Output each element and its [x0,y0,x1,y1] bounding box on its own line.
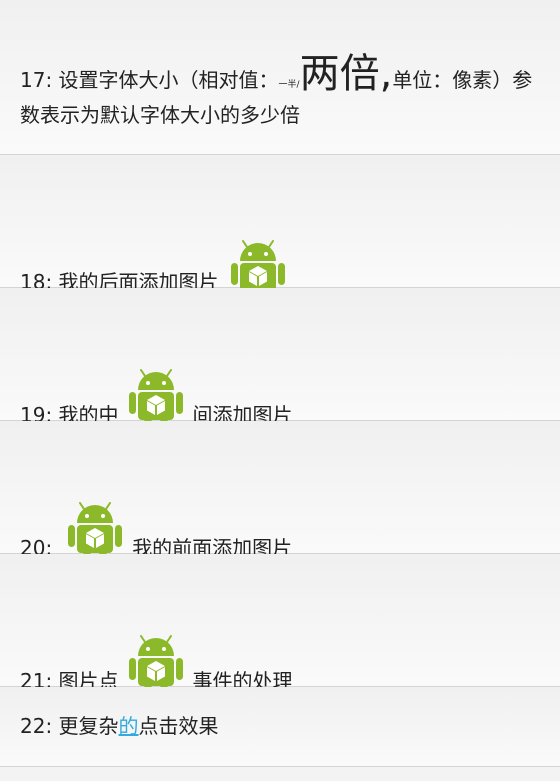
item-22-after: 点击效果 [138,714,219,738]
list-item-19[interactable]: 19: 我的中 间添加图片 [0,288,560,431]
item-22-text: 22: 更复杂的点击效果 [20,711,219,741]
item-22-link[interactable]: 的 [119,714,139,738]
item-17-text: 17: 设置字体大小（相对值：一半/两倍,单位：像素）参数表示为默认字体大小的多… [20,54,540,130]
item-22-before: 22: 更复杂 [20,714,119,738]
list-item-21[interactable]: 21: 图片点 事件的处理 [0,554,560,697]
list-item-17[interactable]: 17: 设置字体大小（相对值：一半/两倍,单位：像素）参数表示为默认字体大小的多… [0,0,560,155]
demo-list: 17: 设置字体大小（相对值：一半/两倍,单位：像素）参数表示为默认字体大小的多… [0,0,560,767]
list-item-22[interactable]: 22: 更复杂的点击效果 [0,687,560,767]
item-17-small-text: 一半/ [278,80,300,90]
list-item-20[interactable]: 20: 我的前面添加图片 [0,421,560,564]
item-17-big-text: 两倍, [299,51,393,97]
item-17-prefix: 17: 设置字体大小（相对值： [20,68,279,92]
list-item-18[interactable]: 18: 我的后面添加图片 [0,155,560,302]
